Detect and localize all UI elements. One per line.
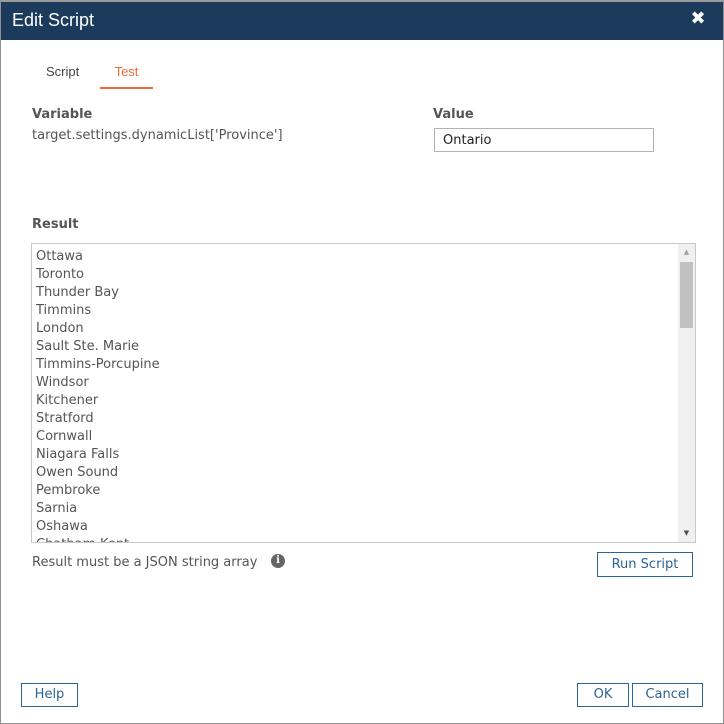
result-item: Niagara Falls (36, 447, 120, 462)
result-item: Timmins (36, 303, 92, 318)
ok-button[interactable]: OK (577, 683, 629, 707)
info-icon[interactable]: i (271, 554, 285, 568)
result-item: Cornwall (36, 429, 93, 444)
run-script-button[interactable]: Run Script (597, 552, 693, 577)
value-input[interactable] (434, 128, 654, 152)
result-item: Toronto (36, 267, 84, 282)
result-item: Kitchener (36, 393, 99, 408)
scroll-down-arrow-icon[interactable]: ▼ (678, 525, 695, 542)
result-list-box[interactable]: Ottawa Toronto Thunder Bay Timmins London Sau… (31, 243, 696, 543)
result-list: Ottawa Toronto Thunder Bay Timmins London Sau… (36, 248, 677, 542)
dialog-titlebar: Edit Script ✖ (1, 2, 723, 40)
edit-script-dialog: Edit Script ✖ Script Test Variable targe… (0, 0, 724, 724)
value-label: Value (433, 107, 474, 122)
result-item: Owen Sound (36, 465, 119, 480)
result-item: Sault Ste. Marie (36, 339, 140, 354)
close-icon[interactable]: ✖ (689, 8, 707, 30)
result-item: Oshawa (36, 519, 88, 534)
result-item: Chatham-Kent (36, 536, 677, 542)
scroll-up-arrow-icon[interactable]: ▲ (678, 244, 695, 261)
result-item: Ottawa (36, 249, 83, 264)
result-item: Pembroke (36, 483, 101, 498)
result-scrollbar[interactable]: ▲ ▼ (678, 244, 695, 542)
variable-label: Variable (32, 107, 93, 122)
cancel-button[interactable]: Cancel (632, 683, 703, 707)
result-label: Result (32, 217, 79, 232)
result-item: Sarnia (36, 501, 78, 516)
tab-test[interactable]: Test (100, 61, 153, 89)
result-item: London (36, 321, 84, 336)
result-item: Thunder Bay (36, 285, 119, 300)
scroll-thumb[interactable] (680, 262, 693, 328)
result-item: Timmins-Porcupine (36, 357, 160, 372)
variable-value: target.settings.dynamicList['Province'] (32, 128, 283, 143)
tab-script[interactable]: Script (46, 61, 79, 86)
help-button[interactable]: Help (21, 683, 78, 707)
result-item: Stratford (36, 411, 94, 426)
result-item: Windsor (36, 375, 89, 390)
dialog-title: Edit Script (12, 10, 95, 30)
result-hint: Result must be a JSON string array (32, 555, 258, 570)
